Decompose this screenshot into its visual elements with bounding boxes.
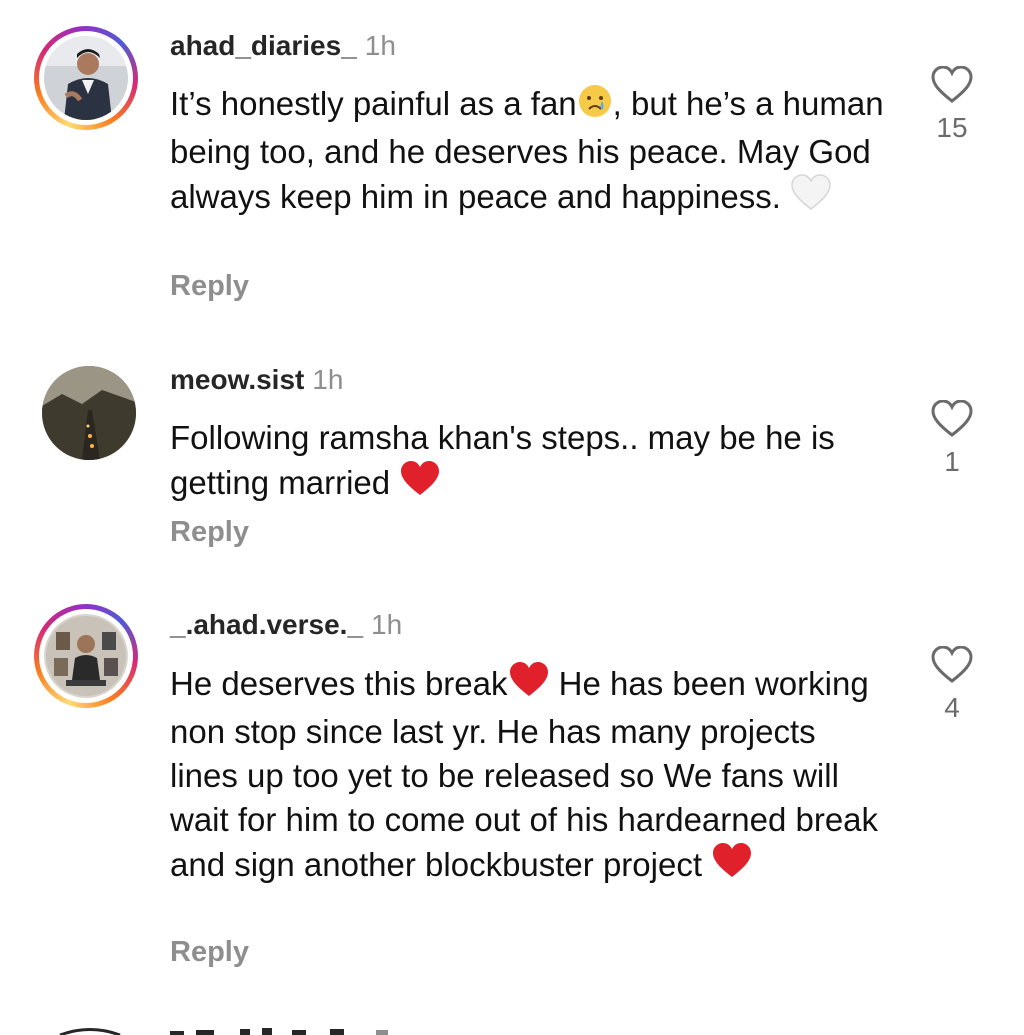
heart-outline-icon[interactable]	[922, 66, 982, 104]
crying-face-icon	[577, 83, 613, 130]
white-heart-icon	[790, 174, 832, 223]
avatar	[44, 614, 128, 698]
like-count: 1	[944, 446, 960, 477]
like-control: 1	[922, 400, 982, 478]
comment-text: He deserves this break He has been worki…	[170, 661, 885, 891]
comment-username[interactable]: meow.sist	[170, 364, 304, 395]
red-heart-icon	[711, 842, 753, 891]
comment-timestamp: 1h	[312, 364, 344, 395]
red-heart-icon	[399, 460, 441, 509]
avatar-story-ring[interactable]	[34, 604, 138, 708]
comment-text: Following ramsha khan's steps.. may be h…	[170, 416, 885, 509]
heart-outline-icon[interactable]	[922, 646, 982, 684]
next-comment-partial	[0, 1018, 1024, 1035]
avatar	[44, 36, 128, 120]
comment-username[interactable]: ahad_diaries_	[170, 30, 357, 61]
avatar[interactable]	[42, 366, 136, 460]
comment-timestamp: 1h	[371, 609, 403, 640]
reply-button[interactable]: Reply	[170, 270, 249, 303]
like-count: 4	[944, 692, 960, 723]
comment-text: It’s honestly painful as a fan, but he’s…	[170, 82, 885, 223]
reply-button[interactable]: Reply	[170, 516, 249, 549]
reply-button[interactable]: Reply	[170, 936, 249, 969]
avatar-story-ring[interactable]	[34, 26, 138, 130]
like-control: 4	[922, 646, 982, 724]
comment-timestamp: 1h	[364, 30, 396, 61]
comment-username[interactable]: _.ahad.verse._	[170, 609, 363, 640]
like-count: 15	[936, 112, 968, 143]
heart-outline-icon[interactable]	[922, 400, 982, 438]
red-heart-icon	[508, 661, 550, 710]
like-control: 15	[922, 66, 982, 144]
